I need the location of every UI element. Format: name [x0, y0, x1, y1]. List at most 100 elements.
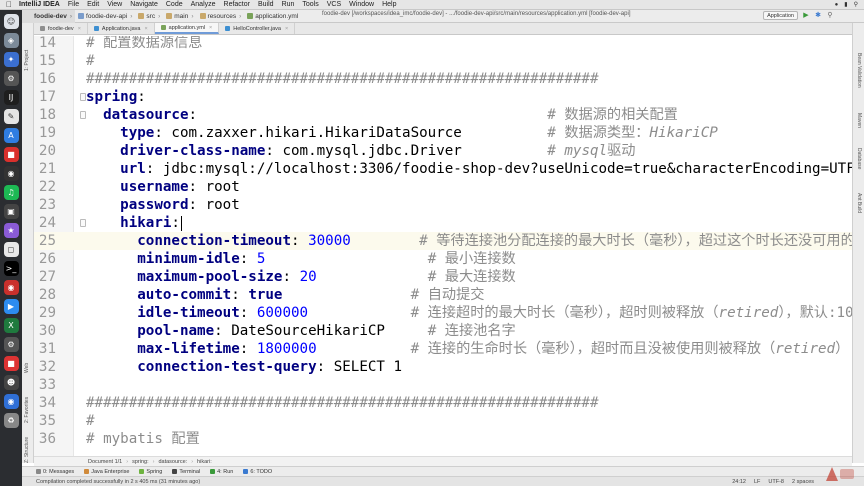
- code-line[interactable]: 36 # mybatis 配置: [34, 430, 852, 448]
- code-text[interactable]: datasource: # 数据源的相关配置: [86, 106, 678, 124]
- finder-icon[interactable]: ☺: [3, 14, 19, 29]
- code-text[interactable]: # 配置数据源信息: [86, 36, 202, 52]
- code-text[interactable]: username: root: [86, 178, 240, 196]
- crumb-resources[interactable]: resources ›: [197, 10, 245, 23]
- tab-hellocontroller-java[interactable]: HelloController.java ×: [219, 23, 296, 34]
- terminal-tool-tab[interactable]: Terminal: [172, 469, 200, 475]
- file-encoding[interactable]: UTF-8: [768, 479, 784, 485]
- code-text[interactable]: max-lifetime: 1800000 # 连接的生命时长（毫秒），超时而且…: [86, 340, 849, 358]
- menu-navigate[interactable]: Navigate: [130, 1, 158, 8]
- database-tool-tab[interactable]: Database: [856, 148, 862, 169]
- maven-tool-tab[interactable]: Maven: [856, 113, 862, 128]
- menu-window[interactable]: Window: [349, 1, 374, 8]
- todo-tool-tab[interactable]: 6: TODO: [243, 469, 272, 475]
- menu-help[interactable]: Help: [382, 1, 396, 8]
- breadcrumb-spring[interactable]: spring:: [132, 459, 149, 465]
- code-line[interactable]: 26 minimum-idle: 5 # 最小连接数: [34, 250, 852, 268]
- code-line[interactable]: 33: [34, 376, 852, 394]
- debug-icon[interactable]: ✱: [814, 12, 822, 20]
- crumb-main[interactable]: main ›: [163, 10, 196, 23]
- code-text[interactable]: pool-name: DateSourceHikariCP # 连接池名字: [86, 322, 515, 340]
- apple-icon[interactable]: : [6, 0, 12, 9]
- code-editor[interactable]: 13#14# 配置数据源信息15#16#####################…: [34, 36, 852, 456]
- favorites-tool-tab[interactable]: 2: Favorites: [24, 397, 30, 423]
- fold-marker-icon[interactable]: [80, 111, 86, 119]
- fold-marker-icon[interactable]: [80, 93, 86, 101]
- menu-view[interactable]: View: [107, 1, 122, 8]
- code-line[interactable]: 31 max-lifetime: 1800000 # 连接的生命时长（毫秒），超…: [34, 340, 852, 358]
- app-gear2-icon[interactable]: ⚙: [3, 337, 19, 352]
- excel-icon[interactable]: X: [3, 318, 19, 333]
- search-everywhere-icon[interactable]: ⚲: [826, 12, 834, 20]
- app-name[interactable]: IntelliJ IDEA: [19, 1, 60, 8]
- run-icon[interactable]: ▶: [802, 12, 810, 20]
- code-line[interactable]: 32 connection-test-query: SELECT 1: [34, 358, 852, 376]
- menu-vcs[interactable]: VCS: [327, 1, 341, 8]
- code-line[interactable]: 24 hikari:: [34, 214, 852, 232]
- menu-edit[interactable]: Edit: [87, 1, 99, 8]
- menu-code[interactable]: Code: [166, 1, 183, 8]
- search-icon[interactable]: ⚲: [854, 1, 858, 8]
- code-line[interactable]: 35 #: [34, 412, 852, 430]
- app-grey-icon[interactable]: ▣: [3, 204, 19, 219]
- java-enterprise-tool-tab[interactable]: Java Enterprise: [84, 469, 129, 475]
- safari-icon[interactable]: ✦: [3, 52, 19, 67]
- structure-tool-tab[interactable]: Z: Structure: [24, 437, 30, 463]
- code-line[interactable]: 23 password: root: [34, 196, 852, 214]
- breadcrumb-datasource[interactable]: datasource:: [158, 459, 187, 465]
- run-config-select[interactable]: Application: [763, 11, 798, 20]
- breadcrumb-hikari[interactable]: hikari:: [197, 459, 212, 465]
- spring-tool-tab[interactable]: Spring: [139, 469, 162, 475]
- ant-build-tool-tab[interactable]: Ant Build: [856, 193, 862, 213]
- fold-marker-icon[interactable]: [80, 219, 86, 227]
- code-text[interactable]: idle-timeout: 600000 # 连接超时的最大时长（毫秒），超时则…: [86, 304, 852, 322]
- status-message[interactable]: Compilation completed successfully in 2 …: [36, 479, 200, 485]
- code-line[interactable]: 19 type: com.zaxxer.hikari.HikariDataSou…: [34, 124, 852, 142]
- code-line[interactable]: 34 ######################################…: [34, 394, 852, 412]
- chrome-icon[interactable]: ◉: [3, 280, 19, 295]
- code-line[interactable]: 16 ######################################…: [34, 70, 852, 88]
- code-line[interactable]: 17 spring:: [34, 88, 852, 106]
- wifi-icon[interactable]: ●: [835, 2, 839, 8]
- app-blue-icon[interactable]: ▶: [3, 299, 19, 314]
- battery-icon[interactable]: ▮: [844, 1, 847, 8]
- code-text[interactable]: maximum-pool-size: 20 # 最大连接数: [86, 268, 515, 286]
- menu-build[interactable]: Build: [258, 1, 274, 8]
- code-line[interactable]: 28 auto-commit: true # 自动提交: [34, 286, 852, 304]
- menu-file[interactable]: File: [68, 1, 79, 8]
- crumb-project[interactable]: foodie-dev ›: [22, 9, 76, 23]
- menu-run[interactable]: Run: [282, 1, 295, 8]
- close-icon[interactable]: ×: [209, 25, 212, 31]
- settings-icon[interactable]: ⚙: [3, 71, 19, 86]
- code-text[interactable]: #: [86, 52, 95, 70]
- run-tool-tab[interactable]: 4: Run: [210, 469, 233, 475]
- tab-application-java[interactable]: Application.java ×: [88, 23, 155, 34]
- menu-refactor[interactable]: Refactor: [224, 1, 250, 8]
- project-tool-tab[interactable]: 1: Project: [24, 50, 30, 71]
- code-line[interactable]: 15 #: [34, 52, 852, 70]
- menu-tools[interactable]: Tools: [302, 1, 318, 8]
- close-icon[interactable]: ×: [285, 26, 288, 32]
- code-line[interactable]: 18 datasource: # 数据源的相关配置: [34, 106, 852, 124]
- terminal-icon[interactable]: >_: [3, 261, 19, 276]
- menu-analyze[interactable]: Analyze: [191, 1, 216, 8]
- caret-position[interactable]: 24:12: [732, 479, 746, 485]
- crumb-module[interactable]: foodie-dev-api ›: [75, 10, 135, 23]
- crumb-src[interactable]: src ›: [135, 10, 163, 23]
- code-text[interactable]: auto-commit: true # 自动提交: [86, 286, 484, 304]
- indent-setting[interactable]: 2 spaces: [792, 479, 814, 485]
- code-text[interactable]: url: jdbc:mysql://localhost:3306/foodie-…: [86, 160, 852, 178]
- app-purple-icon[interactable]: ★: [3, 223, 19, 238]
- web-tool-tab[interactable]: Web: [24, 363, 30, 373]
- trash-icon[interactable]: ♻: [3, 413, 19, 428]
- code-line[interactable]: 21 url: jdbc:mysql://localhost:3306/food…: [34, 160, 852, 178]
- appstore-icon[interactable]: A: [3, 128, 19, 143]
- notes-icon[interactable]: ✎: [3, 109, 19, 124]
- close-icon[interactable]: ×: [78, 26, 81, 32]
- crumb-file[interactable]: application.yml: [244, 10, 301, 23]
- code-line[interactable]: 27 maximum-pool-size: 20 # 最大连接数: [34, 268, 852, 286]
- intellij-icon[interactable]: IJ: [3, 90, 19, 105]
- app-red2-icon[interactable]: ■: [3, 356, 19, 371]
- app-blue2-icon[interactable]: ◉: [3, 394, 19, 409]
- code-text[interactable]: driver-class-name: com.mysql.jdbc.Driver…: [86, 142, 635, 160]
